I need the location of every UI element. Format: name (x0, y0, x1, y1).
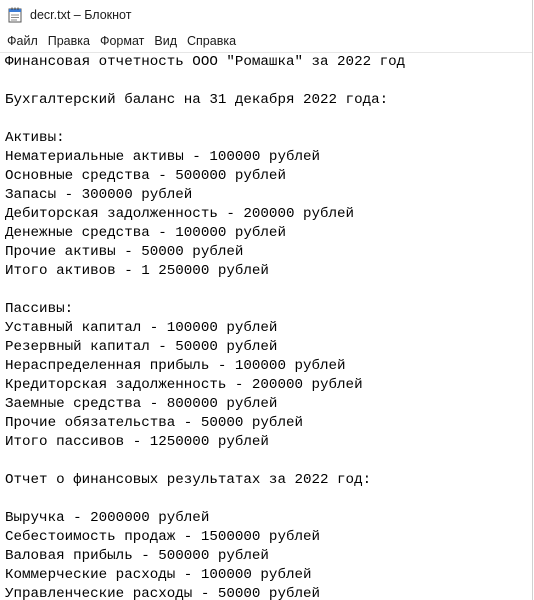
document-line: Управленческие расходы - 50000 рублей (5, 586, 321, 600)
menu-help[interactable]: Справка (182, 32, 241, 50)
document-line: Бухгалтерский баланс на 31 декабря 2022 … (5, 92, 389, 108)
document-line: Отчет о финансовых результатах за 2022 г… (5, 472, 372, 488)
document-line: Кредиторская задолженность - 200000 рубл… (5, 377, 363, 393)
document-line: Активы: (5, 130, 65, 146)
text-editor-area[interactable]: Финансовая отчетность ООО "Ромашка" за 2… (0, 53, 532, 600)
document-line: Денежные средства - 100000 рублей (5, 225, 286, 241)
document-line: Прочие обязательства - 50000 рублей (5, 415, 303, 431)
document-line: Валовая прибыль - 500000 рублей (5, 548, 269, 564)
document-line: Резервный капитал - 50000 рублей (5, 339, 278, 355)
document-line: Итого активов - 1 250000 рублей (5, 263, 269, 279)
document-line: Нераспределенная прибыль - 100000 рублей (5, 358, 346, 374)
document-line: Коммерческие расходы - 100000 рублей (5, 567, 312, 583)
document-line: Итого пассивов - 1250000 рублей (5, 434, 269, 450)
document-line: Выручка - 2000000 рублей (5, 510, 210, 526)
document-line: Заемные средства - 800000 рублей (5, 396, 278, 412)
notepad-window: decr.txt – Блокнот Файл Правка Формат Ви… (0, 0, 533, 600)
document-line: Прочие активы - 50000 рублей (5, 244, 244, 260)
menu-bar: Файл Правка Формат Вид Справка (0, 30, 532, 53)
title-bar[interactable]: decr.txt – Блокнот (0, 0, 532, 30)
document-line: Дебиторская задолженность - 200000 рубле… (5, 206, 355, 222)
window-title: decr.txt – Блокнот (30, 8, 132, 22)
document-line: Запасы - 300000 рублей (5, 187, 193, 203)
document-line: Основные средства - 500000 рублей (5, 168, 286, 184)
document-line: Себестоимость продаж - 1500000 рублей (5, 529, 321, 545)
notepad-icon (8, 7, 22, 23)
menu-format[interactable]: Формат (95, 32, 149, 50)
menu-edit[interactable]: Правка (43, 32, 95, 50)
document-line: Уставный капитал - 100000 рублей (5, 320, 278, 336)
document-line: Пассивы: (5, 301, 74, 317)
menu-view[interactable]: Вид (149, 32, 182, 50)
menu-file[interactable]: Файл (2, 32, 43, 50)
document-line: Финансовая отчетность ООО "Ромашка" за 2… (5, 54, 406, 70)
document-line: Нематериальные активы - 100000 рублей (5, 149, 321, 165)
